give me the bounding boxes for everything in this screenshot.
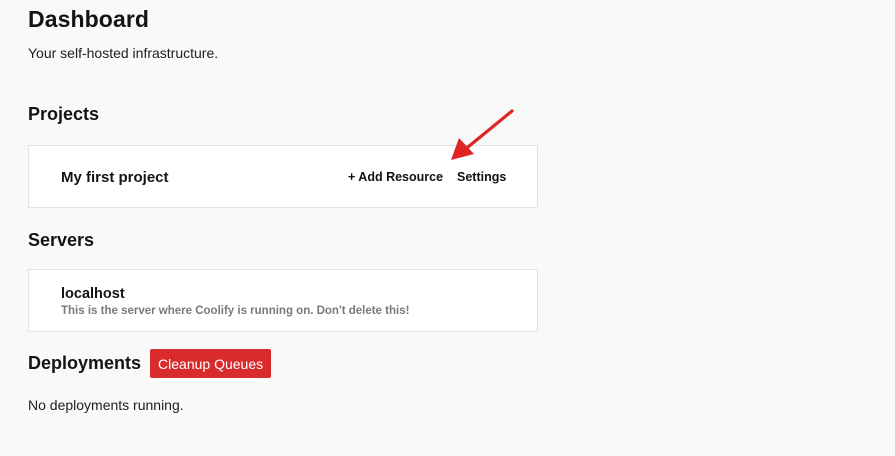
server-card[interactable]: localhost This is the server where Cooli… — [28, 269, 538, 332]
deployments-section-title: Deployments — [28, 353, 142, 373]
no-deployments-message: No deployments running. — [28, 397, 184, 413]
page-subtitle: Your self-hosted infrastructure. — [28, 45, 219, 61]
project-name[interactable]: My first project — [61, 169, 169, 186]
cleanup-queues-button[interactable]: Cleanup Queues — [150, 349, 272, 378]
annotation-arrow-icon — [451, 109, 514, 160]
dashboard-page: Dashboard Your self-hosted infrastructur… — [28, 0, 888, 456]
server-name[interactable]: localhost — [61, 286, 125, 302]
page-title: Dashboard — [28, 6, 150, 32]
servers-section-title: Servers — [28, 230, 95, 250]
add-resource-link[interactable]: + Add Resource — [348, 170, 443, 184]
project-settings-link[interactable]: Settings — [457, 170, 506, 184]
deployments-header: Deployments Cleanup Queues — [28, 349, 272, 378]
projects-section-title: Projects — [28, 104, 100, 124]
server-description: This is the server where Coolify is runn… — [61, 305, 410, 317]
